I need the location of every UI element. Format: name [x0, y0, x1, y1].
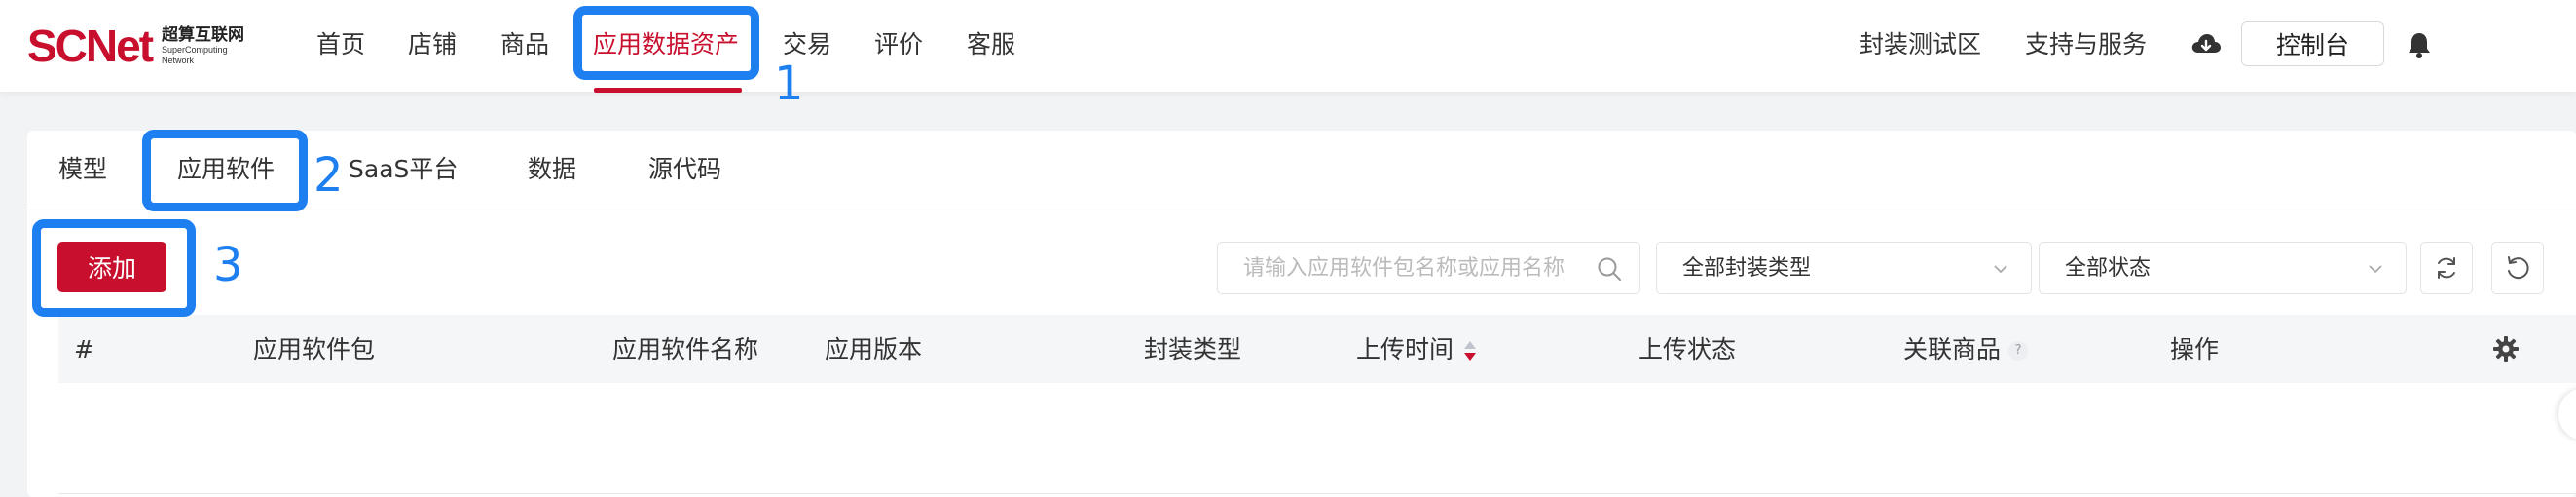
- link-packaging-test-zone[interactable]: 封装测试区: [1859, 27, 1981, 62]
- annotation-label-1: 1: [774, 57, 804, 111]
- column-app-name: 应用软件名称: [612, 335, 759, 363]
- content-card: 模型 应用软件 SaaS平台 数据 源代码: [27, 131, 2576, 497]
- logo-name-en-2: Network: [162, 55, 195, 65]
- nav-active-indicator: [594, 88, 742, 93]
- tab-models[interactable]: 模型: [58, 152, 107, 187]
- nav-item-home[interactable]: 首页: [316, 27, 365, 62]
- cloud-download-icon[interactable]: [2190, 31, 2222, 58]
- search-icon[interactable]: [1597, 256, 1622, 282]
- scnet-logo[interactable]: SCNet 超算互联网 SuperComputing Network: [27, 21, 244, 70]
- link-support-services[interactable]: 支持与服务: [2025, 27, 2147, 62]
- tab-data[interactable]: 数据: [528, 152, 576, 187]
- gear-icon[interactable]: [2492, 335, 2520, 363]
- reset-button[interactable]: [2491, 242, 2544, 294]
- column-app-package: 应用软件包: [253, 335, 376, 363]
- sort-icon[interactable]: [1461, 338, 1479, 363]
- nav-item-products[interactable]: 商品: [500, 27, 549, 62]
- refresh-icon: [2438, 257, 2455, 279]
- chevron-down-icon: [2369, 265, 2382, 274]
- nav-item-stores[interactable]: 店铺: [408, 27, 457, 62]
- column-app-version: 应用版本: [825, 335, 923, 363]
- console-button[interactable]: 控制台: [2241, 21, 2384, 66]
- help-icon[interactable]: ?: [2008, 341, 2029, 361]
- bell-icon[interactable]: [2407, 31, 2432, 58]
- logo-text: 超算互联网 SuperComputing Network: [162, 24, 245, 65]
- status-filter[interactable]: 全部状态: [2039, 242, 2407, 294]
- column-upload-time: 上传时间: [1356, 335, 1454, 363]
- column-linked-products: 关联商品: [1903, 335, 2002, 363]
- annotation-label-3: 3: [213, 238, 243, 292]
- package-type-filter[interactable]: 全部封装类型: [1656, 242, 2032, 294]
- logo-name-cn: 超算互联网: [162, 24, 245, 45]
- logo-mark: SCNet: [27, 20, 154, 71]
- annotation-box-3: [32, 219, 196, 317]
- column-upload-time-wrap[interactable]: 上传时间: [1356, 334, 1479, 365]
- nav-item-customer-service[interactable]: 客服: [967, 27, 1015, 62]
- package-type-filter-value: 全部封装类型: [1682, 256, 1812, 281]
- search-input[interactable]: [1243, 243, 1594, 293]
- column-upload-status: 上传状态: [1638, 335, 1737, 363]
- status-filter-value: 全部状态: [2065, 256, 2152, 281]
- column-actions: 操作: [2170, 335, 2220, 363]
- annotation-box-1: [573, 6, 759, 80]
- column-linked-products-wrap: 关联商品?: [1903, 334, 2029, 365]
- tab-source-code[interactable]: 源代码: [648, 152, 721, 187]
- reset-icon: [2508, 256, 2529, 280]
- annotation-label-2: 2: [313, 148, 344, 203]
- tab-saas-platform[interactable]: SaaS平台: [349, 152, 458, 187]
- logo-name-en-1: SuperComputing: [162, 44, 228, 55]
- table-header: # 应用软件包 应用软件名称 应用版本 封装类型 上传时间 上传状态 关联商品?…: [58, 315, 2576, 383]
- column-package-type: 封装类型: [1144, 335, 1242, 363]
- table-body-divider: [58, 493, 2576, 494]
- top-navigation-bar: SCNet 超算互联网 SuperComputing Network 首页 店铺…: [0, 0, 2576, 93]
- asset-type-tabs: 模型 应用软件 SaaS平台 数据 源代码: [27, 131, 2576, 210]
- search-box: [1217, 242, 1640, 294]
- chevron-down-icon: [1994, 265, 2007, 274]
- annotation-box-2: [142, 130, 308, 211]
- nav-item-reviews[interactable]: 评价: [874, 27, 923, 62]
- column-index: #: [74, 335, 94, 363]
- refresh-button[interactable]: [2420, 242, 2473, 294]
